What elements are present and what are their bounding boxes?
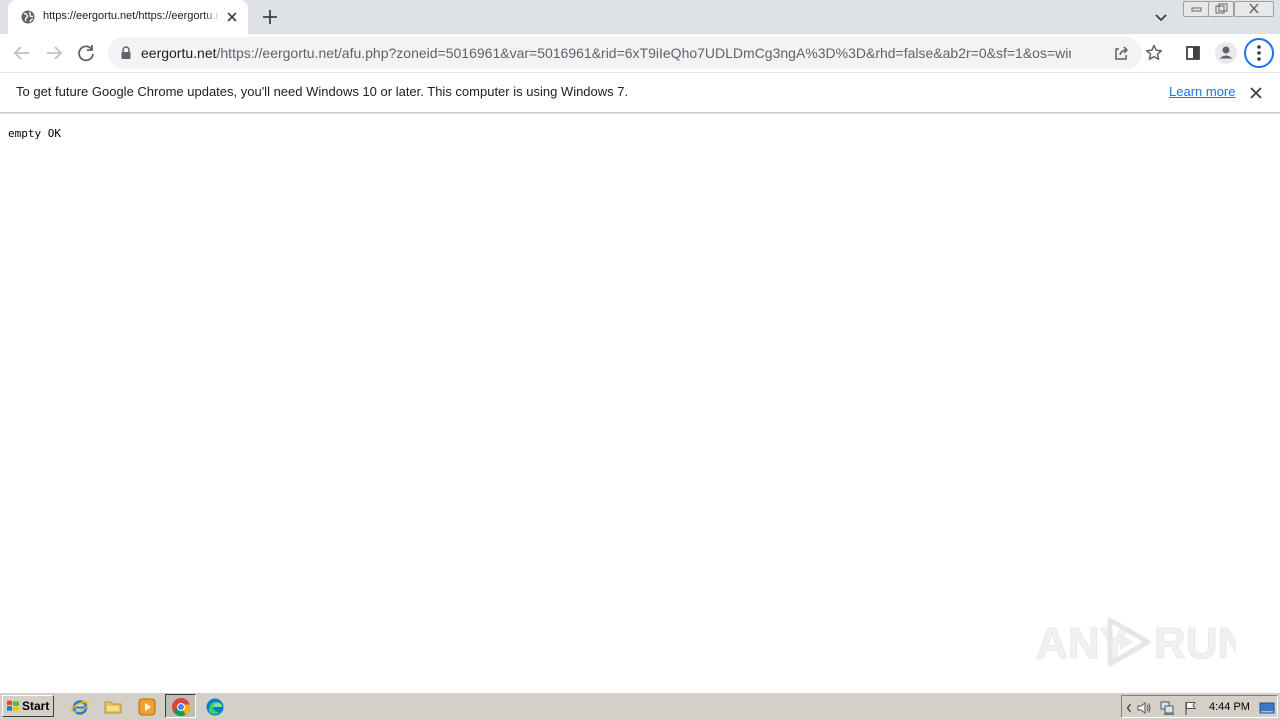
side-panel-icon[interactable] (1182, 42, 1204, 64)
minimize-icon (1191, 7, 1202, 12)
media-player-icon[interactable] (137, 697, 157, 717)
browser-tab-active[interactable]: https://eergortu.net/https://eergortu.ne… (8, 0, 248, 34)
show-desktop-icon[interactable] (1259, 700, 1275, 716)
page-content: empty OK ANY RUN (0, 114, 1280, 692)
url-path: /https://eergortu.net/afu.php?zoneid=501… (216, 45, 1072, 61)
url-text[interactable]: eergortu.net/https://eergortu.net/afu.ph… (141, 45, 1071, 63)
windows-taskbar: Start 4:44 PM (0, 692, 1280, 720)
file-explorer-icon[interactable] (103, 697, 123, 717)
globe-icon (21, 10, 35, 24)
internet-explorer-icon[interactable] (70, 697, 90, 717)
back-arrow-icon[interactable] (8, 39, 36, 67)
show-hidden-icons-chevron-icon[interactable] (1126, 700, 1132, 716)
screen: https://eergortu.net/https://eergortu.ne… (0, 0, 1280, 720)
new-tab-plus-icon[interactable] (258, 5, 282, 29)
window-close-button[interactable] (1234, 1, 1274, 17)
window-restore-button[interactable] (1208, 1, 1234, 17)
page-body-text: empty OK (8, 127, 61, 140)
anyrun-watermark-logo: ANY RUN (1036, 617, 1236, 669)
update-infobar: To get future Google Chrome updates, you… (0, 72, 1280, 113)
tab-title: https://eergortu.net/https://eergortu.ne… (43, 10, 219, 22)
start-button[interactable]: Start (2, 695, 54, 717)
kebab-menu-icon (1257, 45, 1261, 61)
infobar-message: To get future Google Chrome updates, you… (16, 84, 629, 99)
network-icon[interactable] (1159, 700, 1175, 716)
tab-search-chevron-icon[interactable] (1150, 6, 1172, 28)
chrome-menu-button[interactable] (1244, 38, 1274, 68)
tab-title-fade (204, 6, 220, 28)
url-host: eergortu.net (141, 45, 217, 61)
profile-avatar-icon[interactable] (1214, 41, 1238, 65)
action-center-flag-icon[interactable] (1183, 700, 1199, 716)
chrome-icon[interactable] (171, 697, 191, 717)
forward-arrow-icon[interactable] (40, 39, 68, 67)
svg-text:RUN: RUN (1154, 619, 1236, 668)
window-minimize-button[interactable] (1183, 1, 1209, 17)
start-label: Start (22, 699, 50, 713)
tab-strip: https://eergortu.net/https://eergortu.ne… (0, 0, 1280, 34)
address-bar[interactable]: eergortu.net/https://eergortu.net/afu.ph… (108, 37, 1163, 69)
learn-more-link[interactable]: Learn more (1169, 84, 1235, 99)
windows-logo-icon (7, 700, 19, 712)
restore-icon (1215, 3, 1228, 14)
browser-toolbar: eergortu.net/https://eergortu.net/afu.ph… (0, 34, 1280, 72)
close-tab-icon[interactable] (224, 9, 240, 25)
clock[interactable]: 4:44 PM (1209, 701, 1250, 713)
close-window-icon (1249, 3, 1259, 14)
reload-icon[interactable] (72, 39, 100, 67)
system-tray: 4:44 PM (1121, 695, 1278, 718)
close-infobar-icon[interactable] (1248, 85, 1264, 101)
lock-icon[interactable] (120, 46, 132, 60)
edge-icon[interactable] (205, 697, 225, 717)
volume-speaker-icon[interactable] (1136, 700, 1152, 716)
bookmark-star-icon[interactable] (1144, 43, 1164, 63)
share-icon[interactable] (1112, 44, 1130, 62)
